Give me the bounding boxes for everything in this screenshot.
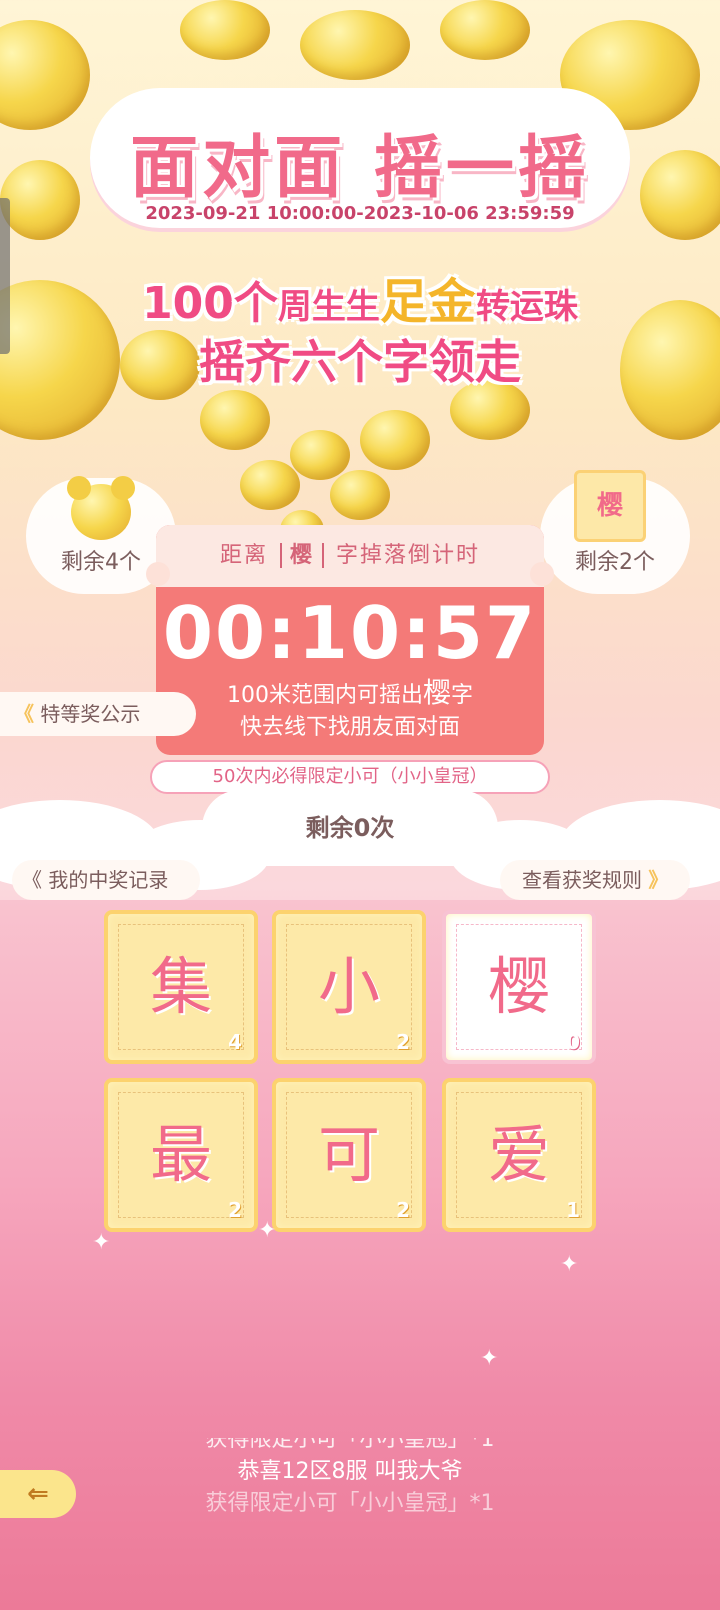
countdown-char: 樱 — [279, 543, 324, 568]
promo-unit: 个 — [233, 278, 278, 329]
back-button[interactable]: ⇐ — [0, 1470, 76, 1518]
remaining-times: 剩余0次 — [202, 790, 498, 866]
guarantee-banner: 50次内必得限定小可（小小皇冠） — [150, 760, 550, 794]
ticket-notch-right — [530, 562, 554, 586]
right-prize-bubble: 樱 剩余2个 — [540, 470, 690, 594]
special-prize-button[interactable]: 《 特等奖公示 — [0, 692, 196, 736]
event-date-range: 2023-09-21 10:00:00-2023-10-06 23:59:59 — [145, 203, 575, 224]
promo-brand: 周生生 — [277, 287, 380, 327]
ticket-notch-left — [146, 562, 170, 586]
special-prize-label: 特等奖公示 — [40, 702, 141, 726]
sparkle-icon: ✦ — [560, 1252, 579, 1277]
tile-count: 2 — [396, 1030, 410, 1054]
promo-headline: 100个周生生足金转运珠 — [0, 262, 720, 332]
double-chevron-left-icon: 《 — [14, 702, 34, 726]
tile-count: 0 — [566, 1030, 580, 1054]
countdown-timer: 00:10:57 — [162, 591, 538, 675]
my-prize-record-button[interactable]: 《 我的中奖记录 — [12, 860, 200, 900]
promo-subheadline: 摇齐六个字领走 — [199, 335, 521, 389]
promo-item: 转运珠 — [475, 287, 578, 327]
countdown-prefix: 距离 — [219, 543, 268, 568]
countdown-suffix: 字掉落倒计时 — [336, 543, 481, 568]
countdown-header: 距离樱字掉落倒计时 — [156, 525, 544, 587]
tile-count: 1 — [566, 1198, 580, 1222]
countdown-card: 距离樱字掉落倒计时 00:10:57 100米范围内可摇出樱字 快去线下找朋友面… — [156, 525, 544, 755]
tile-count: 2 — [228, 1198, 242, 1222]
ticker-line: 获得限定小可「小小皇冠」*1 — [205, 1491, 495, 1516]
prize-rules-button[interactable]: 查看获奖规则 》 — [500, 860, 690, 900]
tile-count: 4 — [228, 1030, 242, 1054]
gold-bear-icon — [67, 476, 135, 540]
tile-count: 2 — [396, 1198, 410, 1222]
char-tile[interactable]: 集 4 — [104, 910, 258, 1064]
hint-char: 樱 — [422, 676, 451, 709]
page-title: 面对面 摇一摇 — [130, 129, 590, 208]
char-tile[interactable]: 可 2 — [272, 1078, 426, 1232]
sparkle-icon: ✦ — [480, 1346, 499, 1371]
char-tile[interactable]: 爱 1 — [442, 1078, 596, 1232]
sparkle-icon: ✦ — [92, 1230, 111, 1255]
sparkle-icon: ✦ — [258, 1218, 277, 1243]
back-arrow-icon: ⇐ — [27, 1479, 49, 1509]
mini-char-tile: 樱 — [574, 470, 646, 542]
char-tile[interactable]: 最 2 — [104, 1078, 258, 1232]
record-label: 我的中奖记录 — [48, 868, 169, 892]
ticker-line: 恭喜12区8服 叫我大爷 — [237, 1459, 463, 1484]
winner-ticker: 获得限定小可「小小皇冠」*1 恭喜12区8服 叫我大爷 获得限定小可「小小皇冠」… — [140, 1438, 560, 1518]
hint-line2: 快去线下找朋友面对面 — [239, 715, 460, 740]
rules-label: 查看获奖规则 — [522, 868, 642, 892]
double-chevron-right-icon: 》 — [648, 868, 669, 892]
countdown-hint: 100米范围内可摇出樱字 快去线下找朋友面对面 — [156, 677, 544, 744]
hint-prefix: 100米范围内可摇出 — [226, 683, 423, 708]
promo-gold: 足金 — [379, 274, 476, 330]
right-remaining-count: 剩余2个 — [575, 550, 655, 575]
hint-suffix: 字 — [451, 683, 474, 708]
promo-number: 100 — [142, 278, 234, 329]
char-tile[interactable]: 樱 0 — [442, 910, 596, 1064]
char-tile[interactable]: 小 2 — [272, 910, 426, 1064]
ticker-line: 获得限定小可「小小皇冠」*1 — [205, 1438, 495, 1452]
double-chevron-left-icon: 《 — [22, 868, 42, 892]
